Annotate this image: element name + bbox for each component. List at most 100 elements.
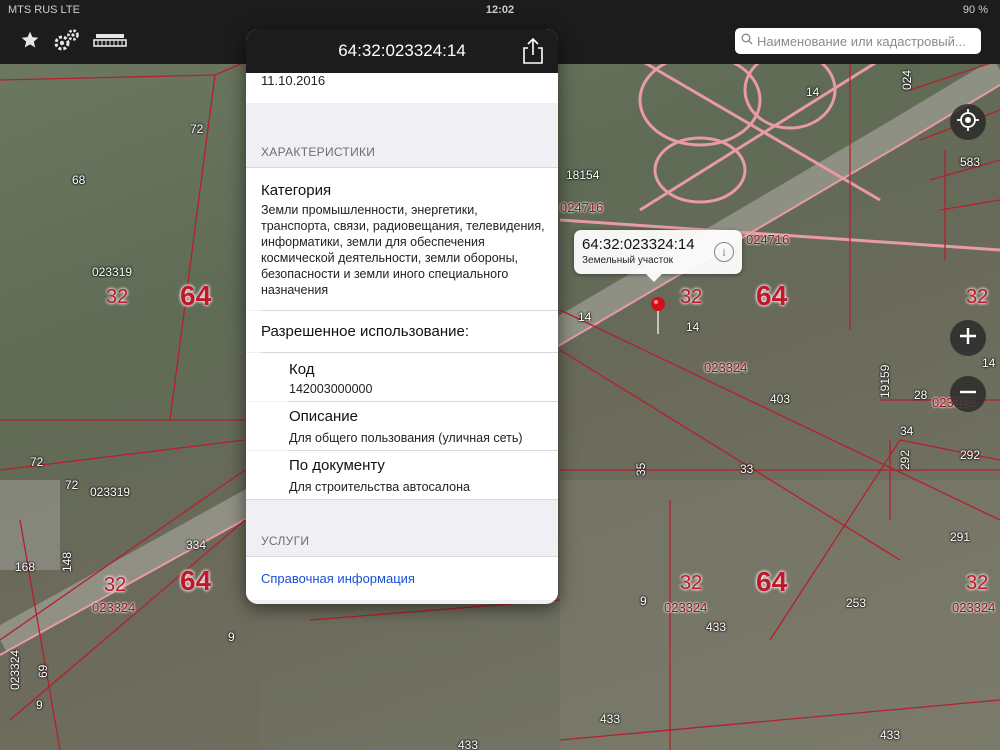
search-icon (741, 32, 753, 50)
map-label: 72 (30, 455, 44, 469)
by-document-value: Для строительства автосалона (289, 480, 470, 494)
map-label: 18154 (566, 168, 600, 182)
share-button[interactable] (522, 37, 544, 65)
clock: 12:02 (485, 4, 515, 16)
permitted-use-label: Разрешенное использование: (261, 323, 469, 340)
map-label: 334 (186, 538, 207, 552)
by-document-cell: По документу Для строительства автосалон… (246, 451, 558, 499)
category-value: Земли промышленности, энергетики, трансп… (261, 203, 545, 297)
map-label: 14 (806, 85, 820, 99)
map-label: 32 (966, 286, 989, 308)
battery-label: 90 % (962, 4, 988, 16)
by-document-label: По документу (289, 457, 385, 474)
permitted-use-cell: Разрешенное использование: (246, 311, 558, 352)
parcel-info-popover: 64:32:023324:14 11.10.2016 ХАРАКТЕРИСТИК… (246, 29, 558, 604)
services-cell[interactable]: Справочная информация (246, 557, 558, 600)
favorites-button[interactable] (16, 28, 44, 56)
location-target-icon (957, 108, 979, 136)
layers-icon (93, 30, 127, 55)
map-label: 33 (740, 462, 754, 476)
code-label: Код (289, 361, 315, 378)
map-label: 291 (950, 530, 971, 544)
plus-icon (958, 326, 978, 351)
reference-info-link[interactable]: Справочная информация (261, 571, 546, 586)
popover-title: 64:32:023324:14 (338, 41, 466, 60)
callout-subtitle: Земельный участок (582, 255, 674, 266)
map-label: 292 (960, 448, 981, 462)
popover-scroll-content: 11.10.2016 ХАРАКТЕРИСТИКИ Категория Земл… (246, 73, 558, 600)
map-label: 024 (900, 69, 914, 90)
locate-button[interactable] (950, 104, 986, 140)
map-label: 433 (458, 738, 479, 750)
section-header-characteristics: ХАРАКТЕРИСТИКИ (261, 145, 376, 159)
description-value: Для общего пользования (уличная сеть) (289, 431, 523, 445)
map-label: 34 (900, 424, 914, 438)
app-screen: 72 68 023319 32 64 72 72 023319 168 148 … (0, 0, 1000, 750)
map-label: 69 (36, 664, 50, 678)
map-label: 72 (65, 478, 79, 492)
map-label: 32 (106, 286, 129, 308)
map-label: 023324 (704, 360, 748, 375)
map-label: 023324 (92, 600, 136, 615)
zoom-out-button[interactable] (950, 376, 986, 412)
description-label: Описание (289, 408, 359, 425)
popover-header: 64:32:023324:14 (246, 29, 558, 73)
map-label: 72 (190, 122, 204, 136)
map-label: 64 (756, 280, 788, 311)
map-label: 32 (966, 572, 989, 594)
map-label: 024716 (560, 200, 604, 215)
parcel-callout[interactable]: 64:32:023324:14 Земельный участок i (574, 230, 742, 282)
code-cell: Код 142003000000 (246, 353, 558, 401)
description-cell: Описание Для общего пользования (уличная… (246, 402, 558, 450)
map-label: 023319 (92, 265, 133, 279)
popover-body[interactable]: 11.10.2016 ХАРАКТЕРИСТИКИ Категория Земл… (246, 73, 558, 604)
star-icon (20, 30, 40, 55)
map-label: 32 (680, 286, 703, 308)
section-header-services: УСЛУГИ (261, 534, 310, 548)
map-label: 024716 (746, 232, 790, 247)
map-label: 32 (680, 572, 703, 594)
map-label: 433 (880, 728, 901, 742)
map-label: 32 (104, 574, 127, 596)
map-label: 292 (898, 449, 912, 470)
map-label: 64 (180, 565, 212, 596)
map-label: 35 (634, 462, 648, 476)
upload-date-value: 11.10.2016 (261, 73, 326, 88)
map-label: 148 (60, 551, 74, 572)
map-label: 9 (640, 594, 647, 608)
minus-icon (958, 382, 978, 407)
map-label: 023319 (90, 485, 131, 499)
upload-date-cell: 11.10.2016 (246, 73, 558, 103)
callout-title: 64:32:023324:14 (582, 236, 695, 253)
map-label: 68 (72, 173, 86, 187)
map-label: 14 (578, 310, 592, 324)
settings-button[interactable] (50, 28, 84, 56)
map-label: 28 (914, 388, 928, 402)
map-label: 023324 (952, 600, 996, 615)
map-label: 64 (180, 280, 212, 311)
search-bar[interactable] (735, 28, 981, 54)
map-label: 14 (982, 356, 996, 370)
zoom-in-button[interactable] (950, 320, 986, 356)
map-label: 19159 (878, 364, 892, 398)
share-icon (522, 37, 544, 69)
category-cell: Категория Земли промышленности, энергети… (246, 168, 558, 310)
code-value: 142003000000 (289, 382, 373, 396)
map-label: 9 (228, 630, 235, 644)
info-icon[interactable]: i (714, 242, 734, 262)
map-label: 583 (960, 155, 981, 169)
map-label: 14 (686, 320, 700, 334)
map-label: 433 (706, 620, 727, 634)
map-label: 168 (15, 560, 36, 574)
category-label: Категория (261, 182, 332, 199)
gears-icon (52, 27, 82, 58)
search-input[interactable] (757, 33, 977, 49)
map-label: 64 (756, 566, 788, 597)
map-label: 023324 (664, 600, 708, 615)
map-label: 403 (770, 392, 791, 406)
layers-button[interactable] (92, 28, 128, 56)
map-label: 253 (846, 596, 867, 610)
map-pin-icon[interactable] (650, 296, 666, 334)
map-label: 9 (36, 698, 43, 712)
status-bar: MTS RUS LTE 12:02 90 % (0, 0, 1000, 20)
